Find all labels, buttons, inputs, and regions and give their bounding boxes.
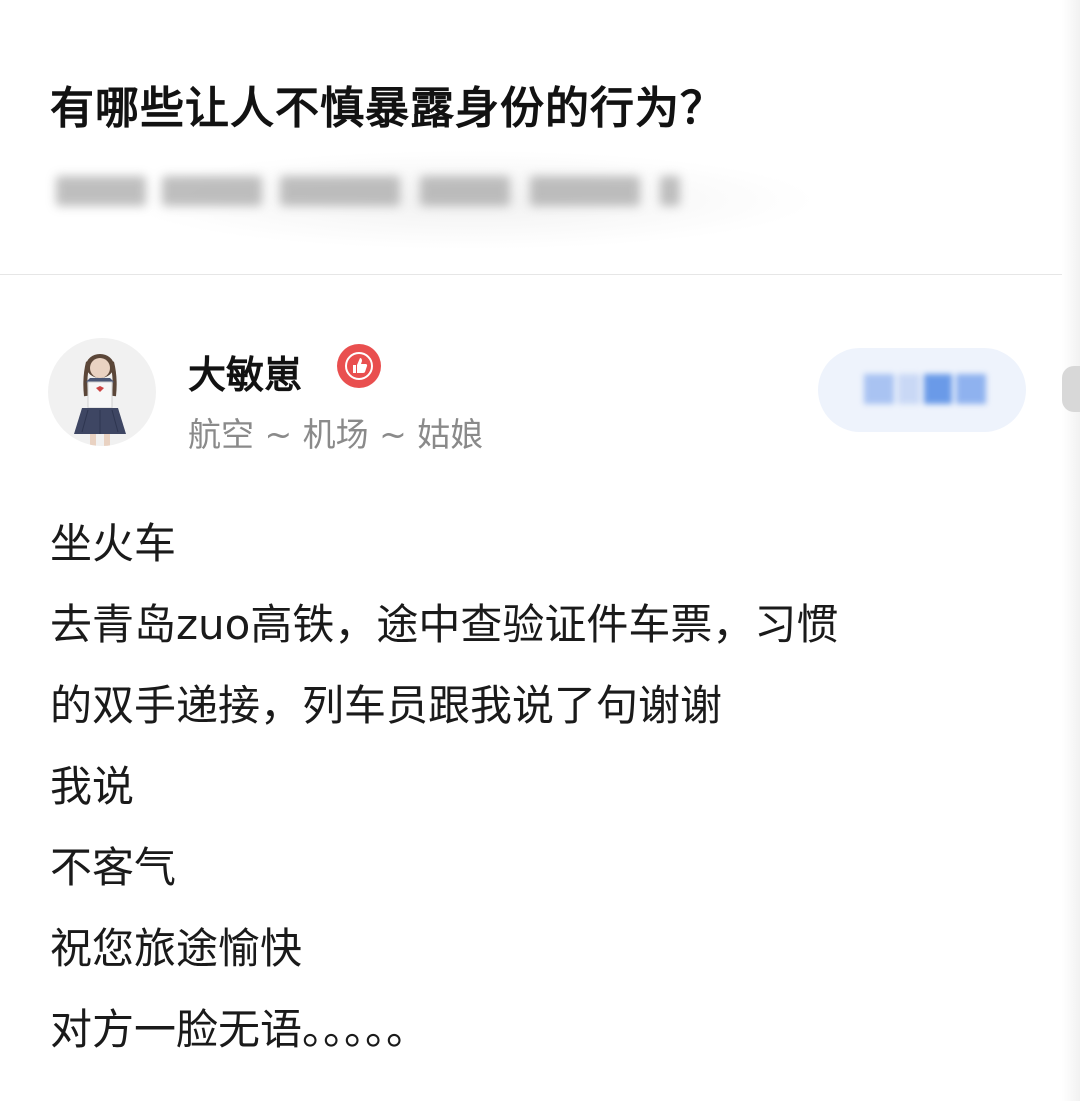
author-name[interactable]: 大敏崽 bbox=[188, 344, 302, 399]
scroll-rail bbox=[1062, 0, 1080, 1101]
girl-avatar-icon[interactable] bbox=[48, 338, 156, 446]
blurred-follow-label bbox=[864, 370, 992, 408]
answer-line: 不客气 bbox=[50, 843, 177, 892]
answer-line: 对方一脸无语。。。。。 bbox=[50, 1005, 429, 1054]
thumbs-up-badge-icon bbox=[337, 344, 381, 388]
scrollbar-handle[interactable] bbox=[1062, 366, 1080, 412]
answer-line: 去青岛zuo高铁，途中查验证件车票，习惯 bbox=[50, 600, 839, 649]
blurred-question-info bbox=[40, 170, 690, 212]
answer-content: 坐火车 去青岛zuo高铁，途中查验证件车票，习惯 的双手递接，列车员跟我说了句谢… bbox=[50, 503, 1040, 1070]
question-title[interactable]: 有哪些让人不慎暴露身份的行为？ bbox=[50, 72, 725, 136]
answer-line: 的双手递接，列车员跟我说了句谢谢 bbox=[50, 681, 723, 730]
answer-line: 坐火车 bbox=[50, 519, 177, 568]
answer-line: 祝您旅途愉快 bbox=[50, 924, 303, 973]
follow-button[interactable] bbox=[818, 348, 1026, 432]
question-header: 有哪些让人不慎暴露身份的行为？ bbox=[0, 0, 1080, 274]
author-bio: 航空 ~ 机场 ~ 姑娘 bbox=[188, 415, 484, 454]
section-divider bbox=[0, 274, 1080, 275]
answer-line: 我说 bbox=[50, 762, 135, 811]
